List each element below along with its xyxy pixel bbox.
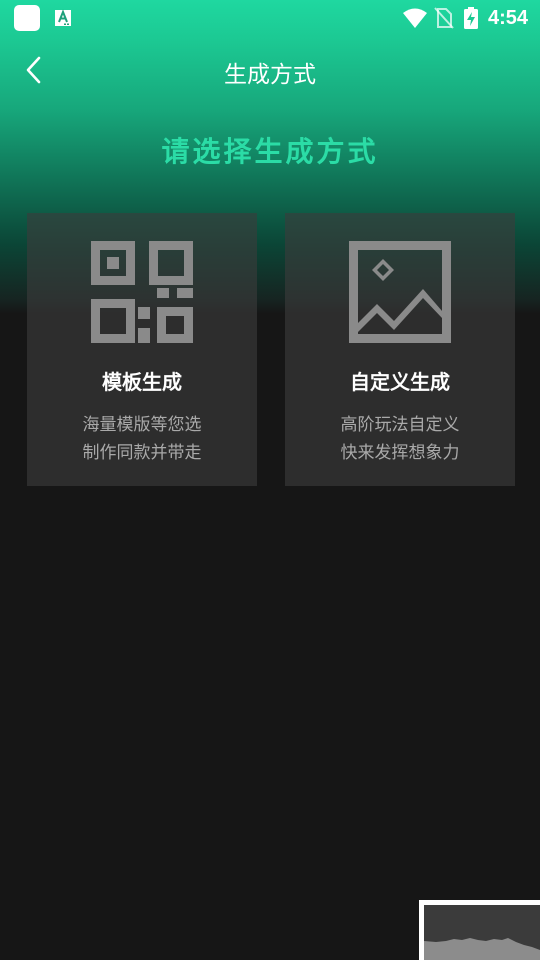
template-generate-desc-line2: 制作同款并带走: [82, 443, 202, 463]
floating-preview-thumbnail[interactable]: [419, 900, 540, 960]
custom-generate-desc-line2: 快来发挥想象力: [340, 443, 460, 463]
custom-generate-card[interactable]: 自定义生成 高阶玩法自定义 快来发挥想象力: [285, 213, 515, 486]
no-sim-icon: [434, 7, 454, 29]
preview-thumbnail-image: [424, 905, 540, 960]
wifi-icon: [402, 8, 427, 28]
qr-code-icon: [91, 241, 193, 343]
template-generate-desc-line1: 海量模版等您选: [82, 415, 202, 435]
app-icon: [14, 5, 40, 31]
page-title: 生成方式: [224, 62, 316, 88]
custom-generate-desc-line1: 高阶玩法自定义: [340, 415, 460, 435]
font-a-icon: [55, 9, 71, 26]
image-icon: [349, 241, 451, 343]
status-bar: 4:54: [0, 0, 540, 36]
clock-time: 4:54: [487, 6, 528, 29]
battery-charging-icon: [463, 7, 478, 29]
template-generate-title: 模板生成: [102, 370, 182, 394]
template-generate-card[interactable]: 模板生成 海量模版等您选 制作同款并带走: [27, 213, 257, 486]
choose-method-headline: 请选择生成方式: [161, 135, 379, 168]
nav-bar: 生成方式: [0, 40, 540, 100]
custom-generate-title: 自定义生成: [350, 370, 450, 394]
